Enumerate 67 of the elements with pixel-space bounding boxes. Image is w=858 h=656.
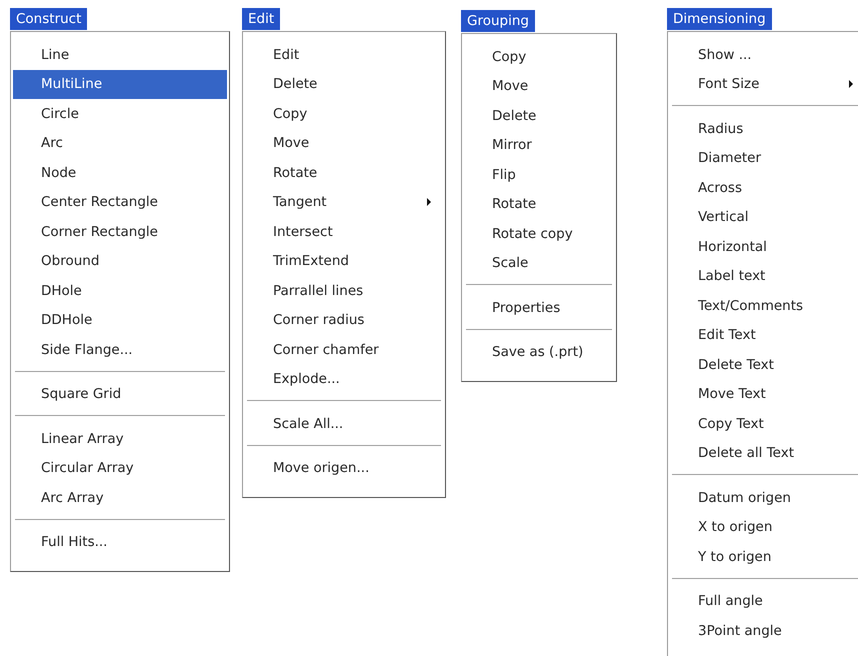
menu-item[interactable]: Edit Text — [670, 320, 858, 350]
menu-item[interactable]: DHole — [13, 276, 227, 306]
menu-item[interactable]: Radius — [670, 114, 858, 144]
menu-item[interactable]: Mirror — [464, 130, 614, 160]
menu-item[interactable]: Show ... — [670, 40, 858, 70]
menu-item[interactable]: Move — [464, 72, 614, 101]
menu-item-label: Font Size — [698, 76, 760, 92]
menu-item[interactable]: Label text — [670, 262, 858, 291]
menu-item[interactable]: Center Rectangle — [13, 188, 227, 217]
submenu-arrow-icon — [849, 80, 853, 88]
menu-item[interactable]: Datum origen — [670, 483, 858, 512]
menu-item[interactable]: DDHole — [13, 306, 227, 335]
menu-item[interactable]: Copy — [245, 99, 443, 128]
menu-item[interactable]: Explode... — [245, 364, 443, 394]
menu-item[interactable]: Parrallel lines — [245, 276, 443, 306]
menu-item-label: Tangent — [273, 194, 328, 210]
menu-item[interactable]: Move Text — [670, 380, 858, 409]
menu-item[interactable]: Horizontal — [670, 232, 858, 262]
menu-item[interactable]: Node — [13, 158, 227, 188]
menu-item[interactable]: 3Point angle — [670, 616, 858, 646]
submenu-item[interactable]: Font Size — [670, 70, 858, 99]
menu-item[interactable]: Line — [13, 40, 227, 70]
menu-item[interactable]: Rotate — [245, 158, 443, 188]
menu-title[interactable]: Grouping — [461, 10, 535, 32]
menu-item[interactable]: Corner Rectangle — [13, 217, 227, 246]
menu-item[interactable]: Diameter — [670, 144, 858, 173]
menu-item[interactable]: Move — [245, 128, 443, 158]
menu-title[interactable]: Edit — [242, 8, 280, 30]
menu-item[interactable]: Corner radius — [245, 306, 443, 335]
menu-item[interactable]: Full angle — [670, 586, 858, 616]
menu-item[interactable]: Text/Comments — [670, 291, 858, 320]
menu-item[interactable]: Vertical — [670, 202, 858, 232]
menu-title[interactable]: Construct — [10, 8, 88, 30]
menu-item[interactable]: Save as (.prt) — [464, 338, 614, 367]
menu-item[interactable]: Rotate — [464, 190, 614, 219]
menu-item[interactable]: Scale — [464, 248, 614, 278]
menu-item[interactable]: TrimExtend — [245, 246, 443, 276]
menu-item[interactable]: Obround — [13, 246, 227, 276]
menu-item[interactable]: Flip — [464, 160, 614, 190]
menu-title[interactable]: Dimensioning — [667, 8, 772, 30]
menu-item[interactable]: Corner chamfer — [245, 335, 443, 364]
menu-item[interactable]: Square Grid — [13, 380, 227, 409]
menu-item[interactable]: Copy — [464, 42, 614, 72]
menu-item[interactable]: Y to origen — [670, 542, 858, 572]
submenu-item[interactable]: Tangent — [245, 188, 443, 217]
menu-item[interactable]: Delete — [245, 70, 443, 99]
menu-item[interactable]: Linear Array — [13, 424, 227, 454]
menu-item[interactable]: Arc — [13, 128, 227, 158]
menu-item[interactable]: Delete Text — [670, 350, 858, 380]
menu-item[interactable]: Intersect — [245, 217, 443, 246]
menu-item[interactable]: Circle — [13, 99, 227, 128]
menu-item[interactable]: Edit — [245, 40, 443, 70]
menu-item[interactable]: MultiLine — [13, 70, 227, 99]
menu-item[interactable]: Full Hits... — [13, 528, 227, 557]
menu-item[interactable]: Circular Array — [13, 454, 227, 483]
menu-item[interactable]: Delete — [464, 101, 614, 130]
menu-item[interactable]: X to origen — [670, 512, 858, 542]
menu-item[interactable]: Rotate copy — [464, 219, 614, 248]
menu-item[interactable]: Copy Text — [670, 409, 858, 438]
submenu-arrow-icon — [427, 198, 431, 206]
menu-item[interactable]: Move origen... — [245, 454, 443, 483]
menu-item[interactable]: Arc Array — [13, 483, 227, 512]
menu-item[interactable]: Across — [670, 173, 858, 202]
menu-item[interactable]: Delete all Text — [670, 438, 858, 468]
menu-item[interactable]: Scale All... — [245, 409, 443, 438]
menu-item[interactable]: Side Flange... — [13, 335, 227, 364]
menu-item[interactable]: Properties — [464, 293, 614, 322]
